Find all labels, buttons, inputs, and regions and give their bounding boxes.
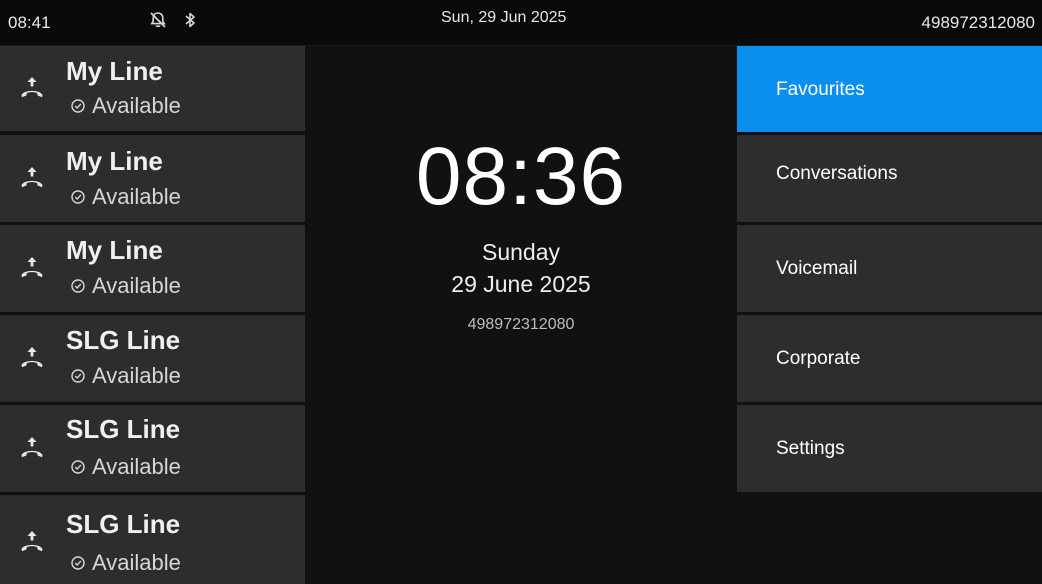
menu-settings[interactable]: Settings	[737, 405, 1042, 492]
line-call-icon	[21, 77, 43, 98]
menu-label: Corporate	[776, 348, 861, 369]
menu-label: Voicemail	[776, 258, 858, 279]
clock-time: 08:36	[415, 131, 627, 222]
availability-icon	[71, 369, 85, 383]
line-name: SLG Line	[66, 414, 181, 444]
line-name: SLG Line	[66, 509, 181, 539]
menu-favourites[interactable]: Favourites	[737, 46, 1042, 132]
menu-voicemail[interactable]: Voicemail	[737, 225, 1042, 312]
line-name: SLG Line	[66, 325, 181, 355]
status-bar: 08:41 Sun, 29 Jun 2025 498972312080	[0, 0, 1042, 46]
main-menu: Favourites Conversations Voicemail Corpo…	[737, 46, 1042, 584]
menu-conversations[interactable]: Conversations	[737, 135, 1042, 222]
line-status-text: Available	[92, 363, 181, 388]
clock-date: 29 June 2025	[451, 271, 591, 297]
line-key-1[interactable]: My Line Available	[0, 46, 305, 131]
menu-label: Conversations	[776, 163, 898, 184]
line-call-icon	[21, 257, 43, 278]
availability-icon	[71, 99, 85, 113]
line-call-icon	[21, 167, 43, 188]
line-status: Available	[70, 550, 181, 576]
status-time: 08:41	[8, 13, 51, 32]
line-status: Available	[70, 454, 181, 480]
line-call-icon	[21, 531, 43, 552]
line-status: Available	[70, 184, 181, 210]
line-status-text: Available	[92, 273, 181, 298]
line-call-icon	[21, 347, 43, 368]
availability-icon	[71, 190, 85, 204]
line-call-icon	[21, 437, 43, 458]
line-key-6[interactable]: SLG Line Available	[0, 495, 305, 584]
line-status-text: Available	[92, 550, 181, 575]
status-icons	[148, 10, 198, 30]
availability-icon	[71, 279, 85, 293]
line-name: My Line	[66, 235, 163, 265]
line-status: Available	[70, 93, 181, 119]
clock-day: Sunday	[481, 239, 560, 265]
menu-label: Settings	[776, 438, 845, 459]
line-key-5[interactable]: SLG Line Available	[0, 405, 305, 492]
lines-panel: My Line Available My Line Available My L…	[0, 46, 305, 584]
menu-corporate[interactable]: Corporate	[737, 315, 1042, 402]
availability-icon	[71, 556, 85, 570]
own-number: 498972312080	[467, 316, 575, 333]
status-date: Sun, 29 Jun 2025	[441, 9, 567, 26]
line-key-4[interactable]: SLG Line Available	[0, 315, 305, 402]
line-status: Available	[70, 273, 181, 299]
line-key-3[interactable]: My Line Available	[0, 225, 305, 312]
line-status-text: Available	[92, 184, 181, 209]
idle-clock-panel: 08:36 Sunday 29 June 2025 498972312080	[305, 46, 737, 584]
line-status-text: Available	[92, 454, 181, 479]
line-name: My Line	[66, 56, 163, 86]
bluetooth-icon	[182, 10, 198, 30]
line-status: Available	[70, 363, 181, 389]
line-name: My Line	[66, 146, 163, 176]
status-number: 498972312080	[921, 13, 1035, 32]
availability-icon	[71, 460, 85, 474]
line-status-text: Available	[92, 93, 181, 118]
bell-off-icon	[148, 10, 168, 30]
menu-label: Favourites	[776, 79, 865, 100]
line-key-2[interactable]: My Line Available	[0, 135, 305, 222]
